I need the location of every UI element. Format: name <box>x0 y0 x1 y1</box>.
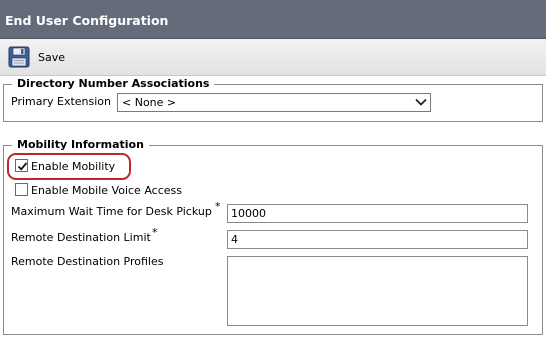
enable-mobility-checkbox[interactable] <box>15 159 28 172</box>
chevron-down-icon <box>414 95 428 109</box>
remote-destination-limit-label: Remote Destination Limit <box>11 231 151 244</box>
enable-mobility-label: Enable Mobility <box>31 160 116 173</box>
checkmark-icon <box>17 162 28 171</box>
mobility-information-legend: Mobility Information <box>12 138 149 151</box>
primary-extension-select[interactable]: < None > <box>117 93 431 112</box>
remote-destination-limit-required-marker: * <box>152 226 158 239</box>
remote-destination-limit-input[interactable]: 4 <box>227 230 528 249</box>
end-user-configuration-page: End User Configuration Save Directory Nu… <box>0 0 546 342</box>
max-wait-time-required-marker: * <box>215 200 221 213</box>
title-bar: End User Configuration <box>0 0 546 39</box>
remote-destination-profiles-label: Remote Destination Profiles <box>11 255 164 268</box>
enable-mobile-voice-access-label: Enable Mobile Voice Access <box>31 184 182 197</box>
remote-destination-limit-value: 4 <box>231 233 238 246</box>
primary-extension-label: Primary Extension <box>11 95 112 108</box>
max-wait-time-input[interactable]: 10000 <box>227 204 528 223</box>
directory-number-associations-legend: Directory Number Associations <box>12 77 215 90</box>
enable-mobile-voice-access-checkbox[interactable] <box>15 183 28 196</box>
max-wait-time-value: 10000 <box>231 207 266 220</box>
page-title: End User Configuration <box>5 13 169 28</box>
max-wait-time-label: Maximum Wait Time for Desk Pickup <box>11 205 212 218</box>
primary-extension-value: < None > <box>122 96 177 109</box>
save-button-label: Save <box>38 50 66 64</box>
save-button[interactable]: Save <box>8 45 65 69</box>
floppy-disk-icon <box>8 46 30 68</box>
remote-destination-profiles-list[interactable] <box>227 256 528 326</box>
toolbar: Save <box>0 39 546 76</box>
